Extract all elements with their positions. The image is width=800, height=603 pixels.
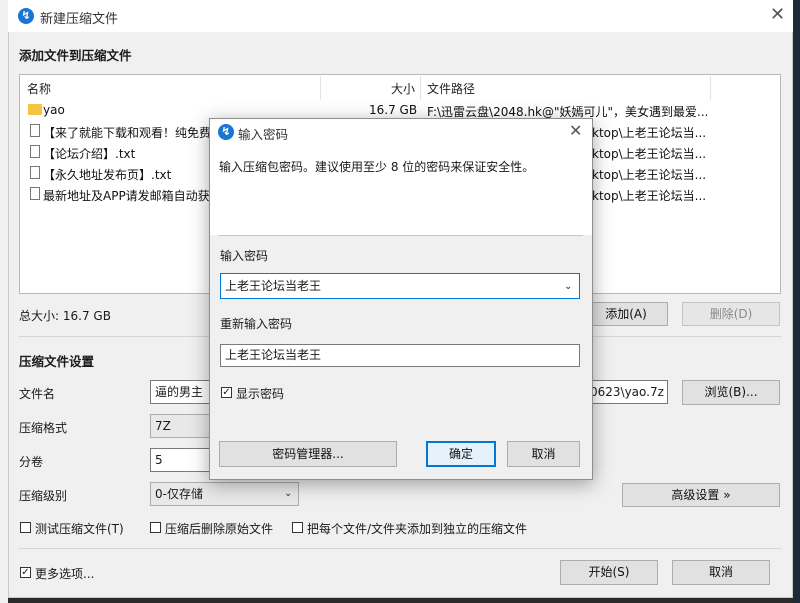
more-options-label: 更多选项...	[35, 567, 95, 581]
app-logo-icon: ↯	[18, 8, 34, 24]
start-button[interactable]: 开始(S)	[560, 560, 658, 585]
more-options-checkbox[interactable]: ✓	[20, 567, 31, 578]
column-divider	[710, 76, 711, 100]
folder-icon	[28, 104, 42, 115]
format-label: 压缩格式	[19, 421, 68, 435]
list-item-path: ktop\上老王论坛当...	[592, 168, 707, 182]
filename-label: 文件名	[19, 387, 56, 401]
dialog-description: 输入压缩包密码。建议使用至少 8 位的密码来保证安全性。	[219, 160, 535, 174]
list-item-path: ktop\上老王论坛当...	[592, 126, 707, 140]
separate-archives-checkbox[interactable]	[292, 522, 303, 533]
show-password-checkbox[interactable]: ✓	[221, 387, 232, 398]
list-item-path: ktop\上老王论坛当...	[592, 147, 707, 161]
background-app-strip	[0, 0, 8, 603]
delete-after-checkbox[interactable]	[150, 522, 161, 533]
separate-archives-label: 把每个文件/文件夹添加到独立的压缩文件	[307, 522, 528, 536]
list-item-name[interactable]: yao	[43, 103, 313, 117]
level-select[interactable]: 0-仅存储 ⌄	[150, 482, 299, 506]
cancel-button[interactable]: 取消	[672, 560, 770, 585]
column-header-name[interactable]: 名称	[27, 80, 51, 97]
total-size: 总大小: 16.7 GB	[19, 309, 111, 323]
app-logo-icon: ↯	[218, 124, 234, 140]
dialog-close-icon[interactable]: ✕	[569, 122, 582, 140]
delete-after-label: 压缩后删除原始文件	[165, 522, 274, 536]
volume-input[interactable]: 5	[150, 448, 210, 472]
level-select-value: 0-仅存储	[155, 487, 203, 501]
filename-input-tail[interactable]: 0623\yao.7z	[590, 380, 668, 404]
password-label: 输入密码	[220, 249, 269, 263]
test-archive-label: 测试压缩文件(T)	[35, 522, 124, 536]
password-manager-button[interactable]: 密码管理器...	[219, 441, 397, 467]
password-value: 上老王论坛当老王	[225, 279, 322, 293]
list-item-size: 16.7 GB	[369, 103, 418, 117]
settings-heading: 压缩文件设置	[19, 354, 95, 369]
file-icon	[30, 166, 40, 179]
background-desktop-strip	[793, 0, 800, 603]
column-divider	[320, 76, 321, 100]
list-item-name[interactable]: 最新地址及APP请发邮箱自动获	[43, 187, 213, 204]
chevron-down-icon: ⌄	[284, 488, 293, 499]
ok-button[interactable]: 确定	[426, 441, 496, 467]
list-item-name[interactable]: 【来了就能下载和观看！纯免费	[43, 124, 213, 141]
show-password-label: 显示密码	[236, 387, 285, 401]
dialog-title: 输入密码	[238, 127, 289, 142]
browse-button[interactable]: 浏览(B)...	[682, 380, 780, 405]
column-header-path[interactable]: 文件路径	[427, 80, 475, 97]
section-add-heading: 添加文件到压缩文件	[19, 48, 132, 63]
format-select[interactable]: 7Z	[150, 414, 210, 438]
column-header-size[interactable]: 大小	[391, 80, 415, 97]
repeat-password-label: 重新输入密码	[220, 317, 293, 331]
dialog-cancel-button[interactable]: 取消	[507, 441, 580, 467]
level-label: 压缩级别	[19, 489, 68, 503]
volume-label: 分卷	[19, 455, 44, 469]
chevron-down-icon[interactable]: ⌄	[564, 275, 572, 298]
delete-button[interactable]: 删除(D)	[682, 302, 780, 326]
list-item-path: ktop\上老王论坛当...	[592, 189, 707, 203]
list-item-name[interactable]: 【永久地址发布页】.txt	[43, 166, 213, 183]
file-icon	[30, 124, 40, 137]
column-divider	[420, 76, 421, 100]
repeat-password-input[interactable]: 上老王论坛当老王	[220, 344, 580, 367]
divider	[219, 235, 583, 236]
divider	[19, 548, 781, 549]
file-icon	[30, 145, 40, 158]
close-icon[interactable]: ✕	[770, 6, 785, 24]
test-archive-checkbox[interactable]	[20, 522, 31, 533]
window-title: 新建压缩文件	[40, 12, 119, 27]
advanced-settings-button[interactable]: 高级设置 »	[622, 483, 780, 507]
list-item-name[interactable]: 【论坛介绍】.txt	[43, 145, 213, 162]
password-input[interactable]: 上老王论坛当老王 ⌄	[220, 273, 580, 299]
file-icon	[30, 187, 40, 200]
filename-input[interactable]: 逼的男主	[150, 380, 210, 404]
add-button[interactable]: 添加(A)	[584, 302, 668, 326]
title-bar	[8, 0, 793, 32]
